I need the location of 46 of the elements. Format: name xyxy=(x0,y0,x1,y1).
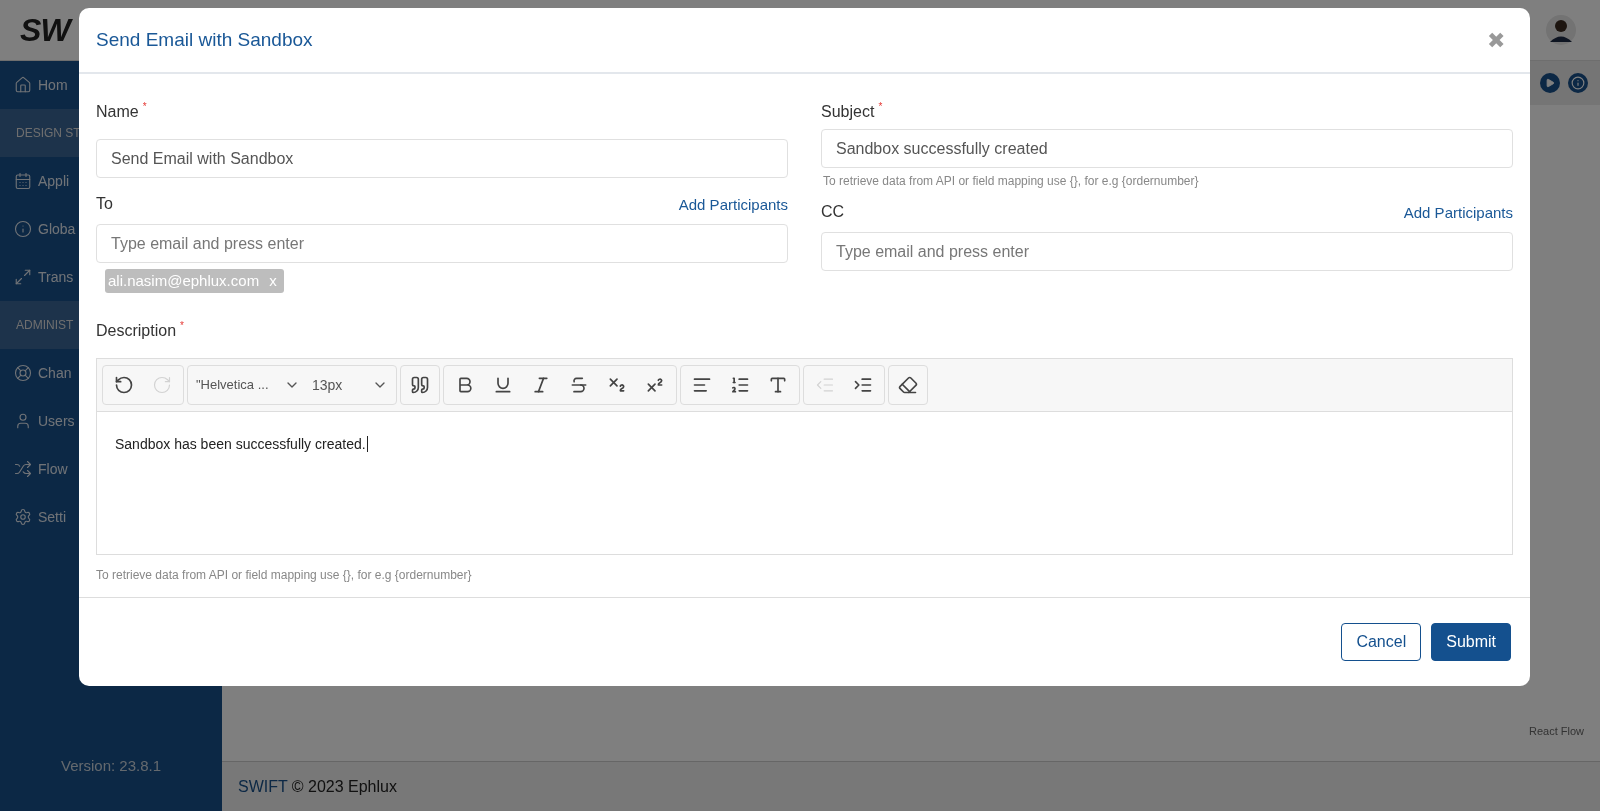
version-label: Version: 23.8.1 xyxy=(59,755,163,776)
hint-text: To retrieve data from API or field mapping use {}, for e.g {ordernumber} xyxy=(822,173,1200,190)
user-icon xyxy=(14,412,32,430)
close-button[interactable]: ✖ xyxy=(1487,23,1505,57)
sidebar-item[interactable]: Appli xyxy=(38,170,70,192)
avatar[interactable] xyxy=(1546,15,1576,45)
copyright-text: © 2023 Ephlux xyxy=(291,776,397,797)
home-icon xyxy=(14,76,32,94)
sidebar-item[interactable]: Users xyxy=(38,410,75,432)
sidebar-item[interactable]: Setti xyxy=(38,506,66,528)
add-participants-link[interactable]: Add Participants xyxy=(678,193,788,216)
sidebar-item[interactable]: Trans xyxy=(38,266,74,288)
remove-chip-button[interactable]: x xyxy=(269,269,281,293)
info-icon xyxy=(14,220,32,238)
sidebar-item[interactable]: Hom xyxy=(38,74,68,96)
sidebar-item[interactable]: Globa xyxy=(38,218,76,240)
required-mark: * xyxy=(878,100,883,114)
required-mark: * xyxy=(180,319,184,333)
email-field[interactable]: Type email and press enter xyxy=(96,224,788,263)
subject-field[interactable]: Sandbox successfully created xyxy=(821,129,1513,168)
modal-title: Send Email with Sandbox xyxy=(96,27,313,52)
hint-text: To retrieve data from API or field mapping use {}, for e.g {ordernumber} xyxy=(96,567,473,584)
size-select[interactable]: 13px xyxy=(312,374,388,396)
sidebar-item[interactable]: Flow xyxy=(38,458,68,480)
field-label: CC xyxy=(821,202,845,222)
field-label: To xyxy=(96,194,113,214)
font-select[interactable]: "Helvetica ... xyxy=(196,375,300,395)
field-label: Description xyxy=(96,321,177,341)
chip-text: ali.nasim@ephlux.com xyxy=(108,270,260,291)
attribution-text[interactable]: React Flow xyxy=(1528,722,1584,739)
email-field[interactable]: Type email and press enter xyxy=(821,232,1513,271)
brand-link[interactable]: SWIFT xyxy=(238,774,288,799)
add-participants-link[interactable]: Add Participants xyxy=(1403,201,1513,224)
calendar-icon xyxy=(14,172,32,190)
play-icon[interactable] xyxy=(1540,73,1560,93)
expand-icon xyxy=(14,268,32,286)
name-field[interactable]: Send Email with Sandbox xyxy=(96,139,788,178)
lifebuoy-icon xyxy=(14,364,32,382)
field-label: Subject xyxy=(821,102,875,122)
cancel-button[interactable]: Cancel xyxy=(1341,623,1422,661)
submit-button[interactable]: Submit xyxy=(1431,623,1511,661)
editor-text: Sandbox has been successfully created. xyxy=(115,436,368,452)
shuffle-icon xyxy=(14,460,32,478)
sidebar-item[interactable]: Chan xyxy=(38,362,72,384)
info-icon[interactable] xyxy=(1568,73,1588,93)
settings-icon xyxy=(14,508,32,526)
